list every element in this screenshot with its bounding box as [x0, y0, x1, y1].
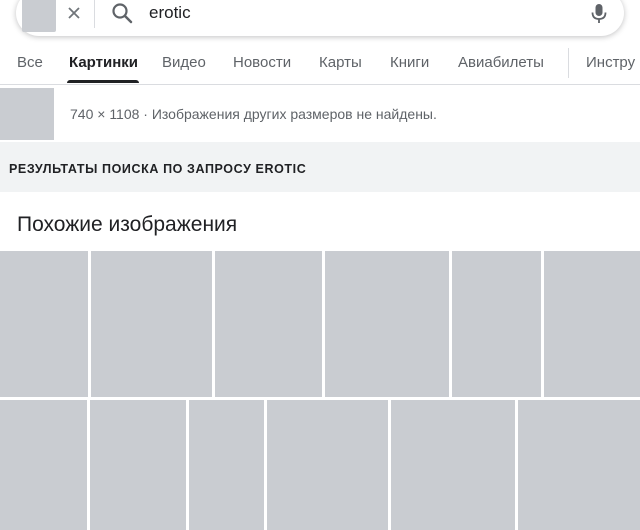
tab-separator	[568, 48, 569, 78]
search-tabs: Все Картинки Видео Новости Карты Книги А…	[0, 40, 640, 85]
image-size-info: 740 × 1108 · Изображения других размеров…	[70, 106, 437, 122]
search-divider	[94, 0, 95, 28]
search-input[interactable]: erotic	[149, 3, 588, 23]
results-band: РЕЗУЛЬТАТЫ ПОИСКА ПО ЗАПРОСУ EROTIC	[0, 142, 640, 192]
similar-image[interactable]	[0, 400, 87, 530]
tab-books[interactable]: Книги	[390, 54, 429, 71]
active-tab-indicator	[67, 80, 139, 83]
source-image-thumbnail[interactable]	[0, 88, 54, 140]
tab-tools[interactable]: Инстру	[586, 54, 635, 71]
similar-image[interactable]	[0, 251, 88, 397]
tab-flights[interactable]: Авиабилеты	[458, 54, 544, 71]
similar-image[interactable]	[325, 251, 449, 397]
similar-image[interactable]	[518, 400, 640, 530]
tab-maps[interactable]: Карты	[319, 54, 362, 71]
tab-news[interactable]: Новости	[233, 54, 291, 71]
tab-video[interactable]: Видео	[162, 54, 206, 71]
source-image-row: 740 × 1108 · Изображения других размеров…	[0, 84, 640, 142]
similar-image[interactable]	[215, 251, 322, 397]
similar-image[interactable]	[391, 400, 515, 530]
results-heading: РЕЗУЛЬТАТЫ ПОИСКА ПО ЗАПРОСУ EROTIC	[9, 162, 307, 176]
mic-icon[interactable]	[588, 2, 610, 24]
similar-image[interactable]	[90, 400, 186, 530]
similar-image[interactable]	[189, 400, 264, 530]
similar-images-title: Похожие изображения	[17, 213, 238, 236]
search-bar[interactable]: erotic	[16, 0, 624, 36]
tab-images[interactable]: Картинки	[69, 54, 138, 71]
similar-image[interactable]	[91, 251, 212, 397]
search-icon[interactable]	[111, 2, 133, 24]
similar-image[interactable]	[267, 400, 388, 530]
query-image-thumbnail[interactable]	[22, 0, 56, 32]
similar-image[interactable]	[452, 251, 541, 397]
similar-image[interactable]	[544, 251, 640, 397]
close-icon[interactable]	[66, 5, 82, 21]
tab-all[interactable]: Все	[17, 54, 43, 71]
